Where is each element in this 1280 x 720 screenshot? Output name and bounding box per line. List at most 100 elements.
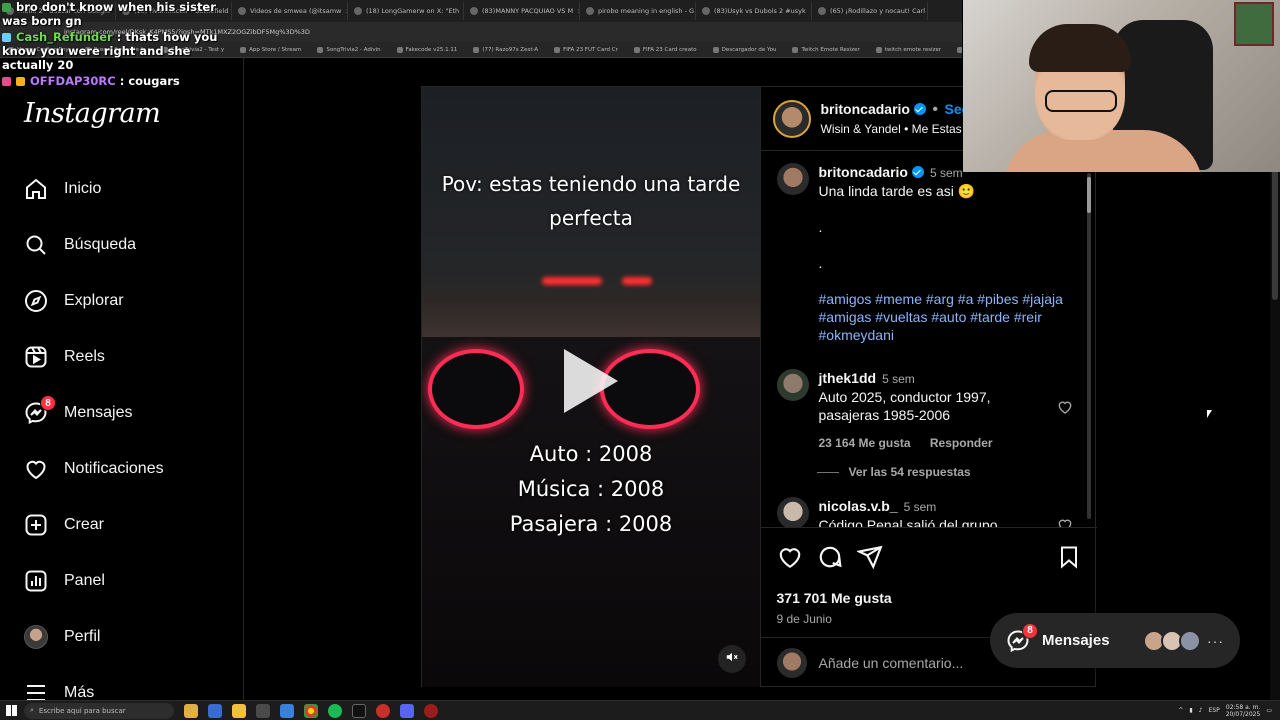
bookmark-item[interactable]: Twitch Emote Resizer [784,46,867,53]
browser-tab[interactable]: (18) LongGamerw on X: "Eth× [348,2,464,20]
bookmark-item[interactable]: FIFA 23 Card creato [626,46,705,53]
windows-start-icon[interactable] [6,705,17,716]
share-send-icon[interactable] [855,544,883,570]
unread-badge: 8 [1022,622,1038,639]
taskbar-app-icon[interactable] [208,703,222,718]
volume-icon[interactable]: ♪ [1199,707,1203,714]
tab-favicon-icon [354,7,362,15]
commenter-username[interactable]: jthek1dd [819,370,877,386]
author-username[interactable]: britoncadario [821,101,910,117]
scrollbar-thumb[interactable] [1272,170,1278,300]
video-caption-line: perfecta [549,206,633,230]
obs-icon[interactable] [376,703,390,718]
caption-time: 5 sem [929,166,963,180]
taskbar-search[interactable]: ⌕ Escribe aquí para buscar [24,702,174,719]
tab-title: Videos de smwea (@itsamw [250,7,342,15]
keyboard-language[interactable]: ESP [1209,707,1220,714]
commenter-username[interactable]: nicolas.v.b_ [819,498,898,514]
comment-like-heart-icon[interactable] [1057,399,1073,420]
sidebar-item-notificaciones[interactable]: Notificaciones [24,449,224,489]
messages-floating-button[interactable]: 8 Mensajes ··· [990,613,1240,668]
sidebar-item-perfil[interactable]: Perfil [24,617,224,657]
sidebar-item-label: Explorar [64,292,124,309]
bookmark-item[interactable]: App Store / Stream [232,46,309,53]
view-replies-button[interactable]: Ver las 54 respuestas [817,465,971,479]
clock-date: 20/07/2025 [1225,710,1261,718]
home-icon [24,177,48,201]
sidebar-item-label: Panel [64,572,105,589]
comment-input[interactable]: Añade un comentario... [819,655,964,671]
webcam-wall-poster [1234,2,1274,46]
bookmark-item[interactable]: FIFA 23 FUT Card Cr [546,46,626,53]
mute-button[interactable] [717,645,746,673]
author-username[interactable]: britoncadario [819,164,908,180]
bookmark-item[interactable]: SongTrivia2 - Adivin [309,46,388,53]
bookmark-item[interactable]: Descargador de You [705,46,785,53]
reel-video[interactable]: Pov: estas teniendo una tarde perfecta A… [422,87,760,687]
taskbar-app-icon[interactable] [424,703,438,718]
sidebar-item-inicio[interactable]: Inicio [24,169,224,209]
sidebar-item-panel[interactable]: Panel [24,561,224,601]
sidebar-item-busqueda[interactable]: Búsqueda [24,225,224,265]
chevron-up-icon[interactable]: ^ [1178,707,1183,714]
browser-tab[interactable]: (83)MANNY PACQUIAO VS M× [464,2,580,20]
bookmark-favicon-icon [396,46,403,53]
discord-icon[interactable] [400,703,414,718]
play-icon[interactable] [564,349,618,413]
sidebar-item-label: Mensajes [64,404,133,421]
caption-row: britoncadario 5 sem Una linda tarde es as… [776,163,1077,344]
video-tail-lights [542,277,602,285]
tab-favicon-icon [818,7,826,15]
scrollbar-thumb[interactable] [1087,177,1091,213]
messages-label: Mensajes [1042,632,1110,649]
notifications-icon[interactable]: ▭ [1266,707,1272,714]
commenter-avatar[interactable] [776,369,809,401]
author-avatar[interactable] [776,163,809,195]
taskbar-app-icon[interactable] [184,703,198,718]
post-likes-count[interactable]: 371 701 Me gusta [777,590,892,606]
folder-icon[interactable] [232,703,246,718]
bookmark-item[interactable]: (77) Razo97s Zest-A [465,46,546,53]
sidebar-item-mensajes[interactable]: 8 Mensajes [24,393,224,433]
comments-list[interactable]: britoncadario 5 sem Una linda tarde es as… [761,151,1097,527]
browser-tab[interactable]: pirobo meaning in english - G× [580,2,696,20]
like-heart-icon[interactable] [777,544,803,570]
taskbar-app-icon[interactable] [280,703,294,718]
taskbar-app-icon[interactable] [256,703,270,718]
network-icon[interactable]: ▮ [1189,707,1192,714]
spotify-icon[interactable] [328,703,342,718]
bookmark-favicon-icon [554,46,561,53]
caption-dot: . [818,219,823,235]
bookmark-item[interactable]: Fakecode v25.1.11 [389,46,466,53]
chart-icon [24,569,48,593]
taskbar-app-icon[interactable] [352,703,366,718]
comments-scrollbar[interactable] [1087,173,1091,519]
browser-tab[interactable]: (65) ¡Rodillazo y nocaut! Carl× [812,2,928,20]
comment-like-heart-icon[interactable] [1057,517,1073,527]
avatar [1179,629,1201,652]
browser-tab[interactable]: (83)Usyk vs Dubois 2 #usyk× [696,2,812,20]
commenter-avatar[interactable] [776,497,809,527]
bookmark-label: SongTrivia2 - Adivin [326,46,381,53]
bookmark-icon[interactable] [1057,544,1083,570]
sidebar-item-crear[interactable]: Crear [24,505,224,545]
chat-message: OFFDAP30RC : cougars [2,74,242,88]
author-avatar[interactable] [772,99,811,138]
post-date: 9 de Junio [776,612,832,626]
reply-button[interactable]: Responder [930,436,993,450]
chrome-icon[interactable] [304,703,318,718]
comment-bubble-icon[interactable] [817,544,843,570]
instagram-logo[interactable]: Instagram [24,98,161,129]
browser-tab[interactable]: Videos de smwea (@itsamw× [232,2,348,20]
stream-chat-overlay: bro don't know when his sister was born … [2,0,242,90]
bookmark-favicon-icon [633,46,640,53]
sidebar-item-reels[interactable]: Reels [24,337,224,377]
page-scrollbar[interactable] [1270,170,1280,700]
comment-likes[interactable]: 23 164 Me gusta [819,436,911,450]
heart-icon [24,457,48,481]
sidebar-item-explorar[interactable]: Explorar [24,281,224,321]
caption-hashtags[interactable]: #amigos #meme #arg #a #pibes #jajaja #am… [819,290,1077,344]
taskbar-clock[interactable]: 02:58 a. m. 20/07/2025 [1226,704,1261,718]
bookmark-item[interactable]: twitch emote resizer [868,46,949,53]
bookmark-item[interactable]: Esta [949,46,962,53]
